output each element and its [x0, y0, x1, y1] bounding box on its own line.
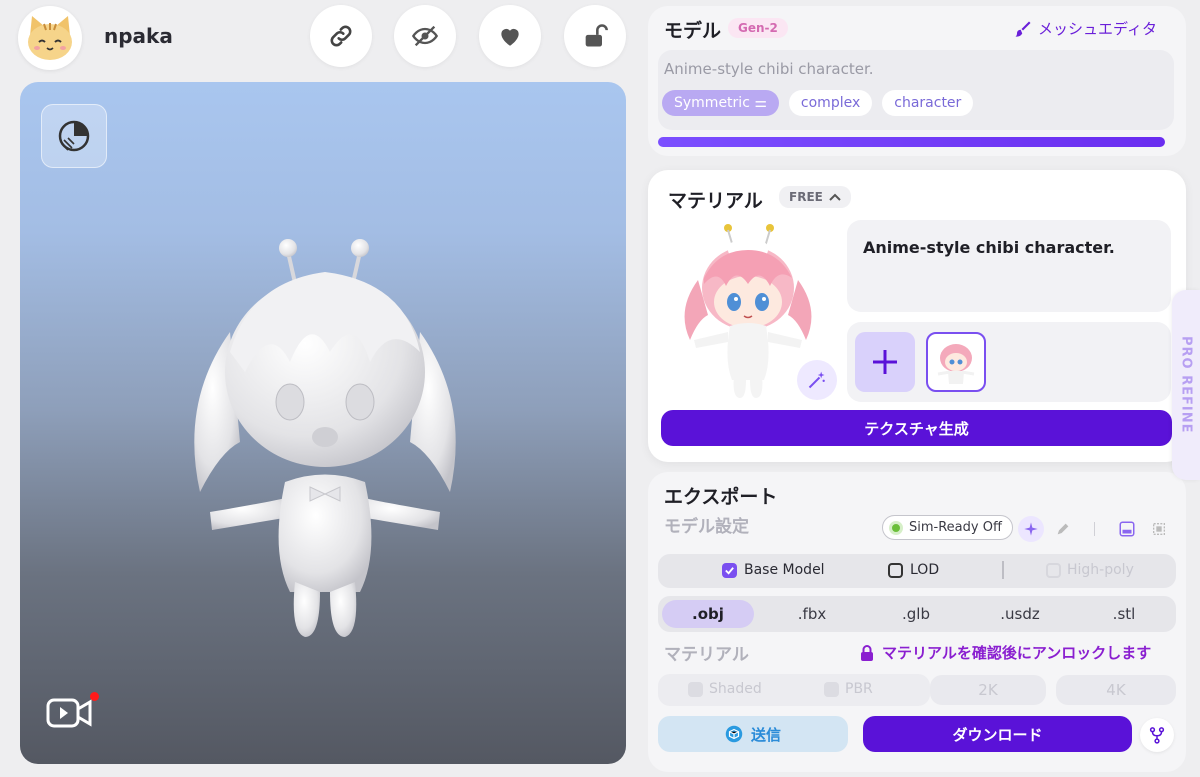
sparkle-icon [1024, 522, 1038, 536]
lod-label: LOD [910, 562, 940, 578]
resolution-4k: 4K [1056, 675, 1176, 705]
disabled-checked-icon [688, 681, 703, 697]
frame-button[interactable] [1114, 516, 1140, 542]
material-title: マテリアル [668, 190, 763, 212]
high-poly-label: High-poly [1067, 562, 1134, 578]
reference-image-thumbnail[interactable] [926, 332, 986, 392]
avatar[interactable] [18, 6, 82, 70]
format-usdz[interactable]: .usdz [974, 600, 1066, 628]
disabled-checkbox-icon [1046, 562, 1061, 578]
pbr-label: PBR [845, 681, 873, 697]
add-reference-image-button[interactable] [855, 332, 915, 392]
checked-icon [722, 562, 737, 578]
hide-button[interactable] [394, 5, 456, 67]
high-poly-checkbox: High-poly [1046, 562, 1134, 578]
format-glb[interactable]: .glb [870, 600, 962, 628]
sim-ready-toggle[interactable]: Sim-Ready Off [882, 515, 1013, 540]
pen-icon [1057, 523, 1069, 535]
box-icon [725, 725, 743, 743]
base-model-checkbox[interactable]: Base Model [722, 562, 825, 578]
material-prompt-text: Anime-style chibi character. [863, 238, 1115, 257]
pbr-checkbox: PBR [824, 681, 873, 697]
video-record-icon [46, 698, 92, 728]
cat-avatar-icon [28, 16, 72, 60]
model-settings-label: モデル設定 [664, 517, 749, 537]
branch-icon [1149, 727, 1165, 744]
tag-symmetric-label: Symmetric [674, 95, 750, 111]
grid-button[interactable] [1146, 516, 1172, 542]
tag-character[interactable]: character [882, 90, 974, 116]
pro-refine-tab[interactable]: PRO REFINE [1172, 290, 1200, 480]
render-mode-icon [58, 120, 90, 152]
mesh-editor-label: メッシュエディタ [1038, 20, 1157, 38]
tag-complex[interactable]: complex [788, 90, 873, 116]
material-unlock-notice: マテリアルを確認後にアンロックします [860, 642, 1151, 663]
model-title: モデル [664, 20, 722, 42]
base-model-label: Base Model [744, 562, 825, 578]
sim-ready-status-icon [889, 520, 903, 535]
pro-refine-label: PRO REFINE [1178, 336, 1194, 434]
shaded-label: Shaded [709, 681, 762, 697]
magic-wand-icon [808, 371, 825, 389]
toolbar-divider [1094, 522, 1095, 536]
material-tier-label: FREE [789, 190, 823, 204]
username: npaka [104, 24, 173, 48]
recording-indicator [90, 692, 99, 701]
generation-badge: Gen-2 [728, 18, 788, 38]
chevron-up-icon [829, 193, 841, 201]
ai-enhance-button[interactable] [1018, 516, 1044, 542]
download-button[interactable]: ダウンロード [863, 716, 1132, 752]
model-progress-bar [658, 137, 1165, 147]
model-prompt-text: Anime-style chibi character. [664, 60, 874, 78]
brush-icon [1015, 21, 1031, 37]
like-button[interactable] [479, 5, 541, 67]
heart-icon [501, 28, 519, 46]
symmetric-icon: ⚌ [754, 95, 767, 111]
plus-icon [873, 350, 897, 374]
reference-image [937, 344, 975, 384]
eye-off-icon [411, 25, 439, 47]
model-viewport[interactable] [20, 82, 626, 764]
unlock-text: マテリアルを確認後にアンロックします [882, 644, 1152, 662]
generate-texture-button[interactable]: テクスチャ生成 [661, 410, 1172, 446]
auto-texture-button[interactable] [797, 360, 837, 400]
material-tier-badge[interactable]: FREE [779, 186, 851, 208]
tag-symmetric[interactable]: Symmetric ⚌ [662, 90, 779, 116]
shaded-checkbox: Shaded [688, 681, 762, 697]
unlock-icon [585, 24, 608, 47]
resolution-2k: 2K [930, 675, 1046, 705]
disabled-checked-icon [824, 681, 839, 697]
sim-ready-label: Sim-Ready Off [909, 520, 1002, 535]
mesh-editor-link[interactable]: メッシュエディタ [1014, 18, 1157, 39]
options-divider [1002, 561, 1004, 579]
link-icon [330, 25, 352, 47]
unchecked-icon [888, 562, 903, 578]
branch-button[interactable] [1140, 718, 1174, 752]
model-panel: モデル Gen-2 メッシュエディタ Anime-style chibi cha… [648, 6, 1186, 156]
format-fbx[interactable]: .fbx [766, 600, 858, 628]
send-button[interactable]: 送信 [658, 716, 848, 752]
record-video-button[interactable] [46, 696, 94, 736]
frame-icon [1119, 521, 1135, 537]
link-button[interactable] [310, 5, 372, 67]
send-label: 送信 [750, 725, 781, 744]
material-panel: マテリアル FREE Anime-style chibi character. [648, 170, 1186, 462]
lock-icon [861, 644, 873, 661]
export-material-label: マテリアル [664, 645, 749, 665]
export-title: エクスポート [664, 486, 778, 508]
export-panel: エクスポート モデル設定 Sim-Ready Off Base Model LO… [648, 472, 1186, 772]
lod-checkbox[interactable]: LOD [888, 562, 939, 578]
format-obj[interactable]: .obj [662, 600, 754, 628]
render-mode-button[interactable] [41, 104, 107, 168]
material-prompt-box[interactable]: Anime-style chibi character. [847, 220, 1171, 312]
format-stl[interactable]: .stl [1078, 600, 1170, 628]
edit-button[interactable] [1050, 516, 1076, 542]
chibi-model [194, 239, 456, 637]
grid-icon [1153, 523, 1165, 535]
unlock-button[interactable] [564, 5, 626, 67]
